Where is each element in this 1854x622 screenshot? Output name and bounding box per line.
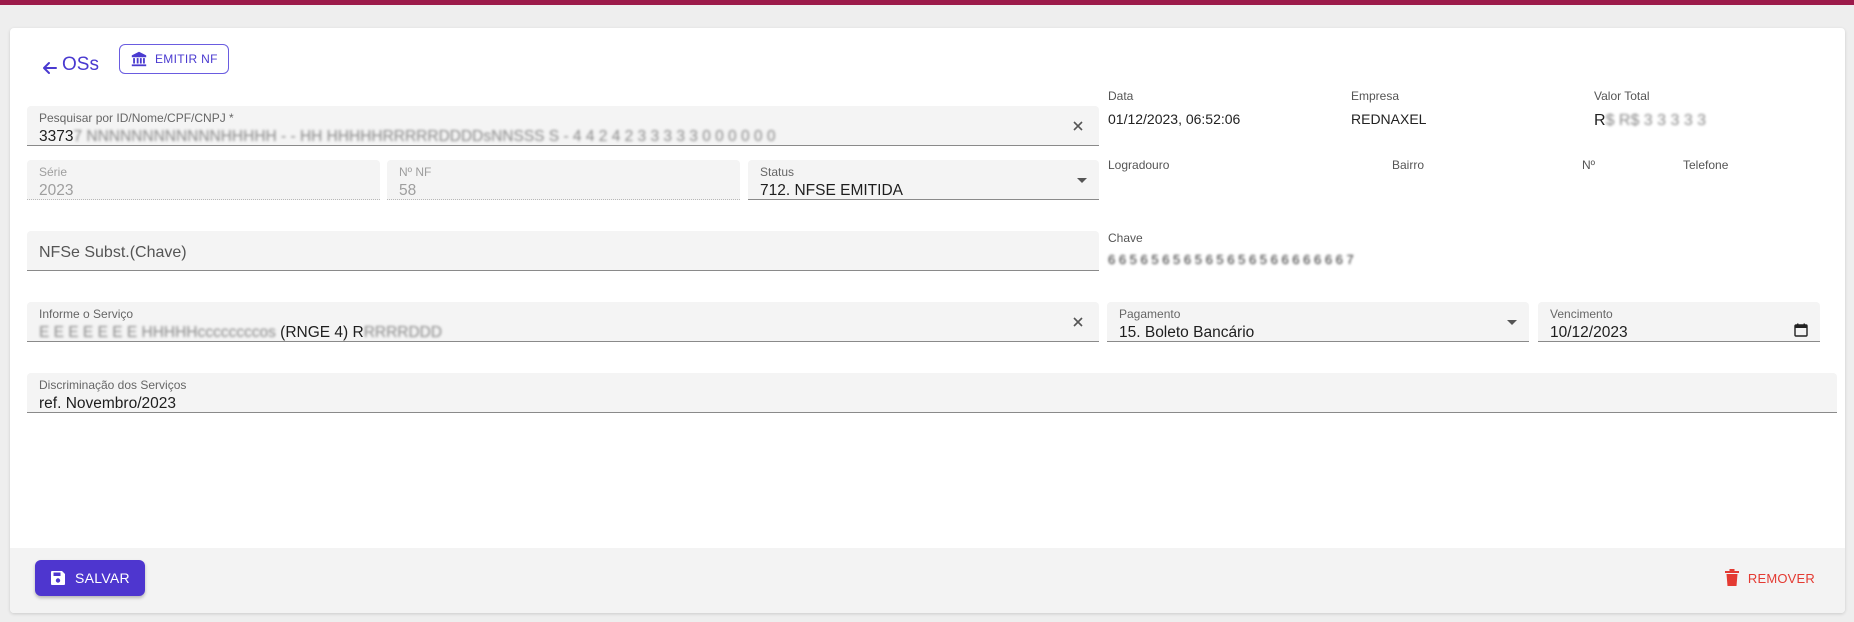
district-label: Bairro	[1392, 158, 1425, 172]
client-search-field[interactable]: Pesquisar por ID/Nome/CPF/CNPJ * 33737 N…	[27, 106, 1099, 146]
status-select[interactable]: Status 712. NFSE EMITIDA	[748, 160, 1099, 200]
trash-icon	[1724, 569, 1739, 586]
phone-label: Telefone	[1683, 158, 1729, 172]
company-label: Empresa	[1351, 89, 1400, 103]
due-date-label: Vencimento	[1550, 307, 1613, 321]
emit-nf-label: EMITIR NF	[155, 52, 218, 66]
bank-icon	[131, 51, 147, 67]
date-value: 01/12/2023, 06:52:06	[1108, 111, 1241, 127]
emit-nf-button[interactable]: EMITIR NF	[119, 44, 229, 74]
nfse-subst-placeholder: NFSe Subst.(Chave)	[39, 244, 187, 261]
nf-number-field: Nº NF 58	[387, 160, 740, 200]
serie-value: 2023	[39, 182, 74, 199]
clear-search-icon[interactable]	[1069, 117, 1087, 135]
service-field[interactable]: Informe o Serviço E E E E E E E HHHHHccc…	[27, 302, 1099, 342]
total-value-label: Valor Total	[1594, 89, 1650, 103]
status-value: 712. NFSE EMITIDA	[760, 182, 903, 199]
serie-label: Série	[39, 165, 68, 179]
key-value: 6 6 5 6 5 6 5 6 5 6 5 6 5 6 5 6 6 6 6 6 …	[1108, 252, 1354, 267]
status-dropdown-icon[interactable]	[1077, 178, 1087, 183]
floppy-disk-icon	[51, 571, 65, 585]
date-label: Data	[1108, 89, 1134, 103]
due-date-field[interactable]: Vencimento 10/12/2023	[1538, 302, 1820, 342]
number-label: Nº	[1582, 158, 1596, 172]
serie-field: Série 2023	[27, 160, 380, 200]
service-label: Informe o Serviço	[39, 307, 134, 321]
client-search-value: 33737 NNNNNNNNNNNNHHHHH - - HH HHHHHRRRR…	[39, 128, 776, 145]
payment-value: 15. Boleto Bancário	[1119, 324, 1255, 341]
payment-dropdown-icon[interactable]	[1507, 320, 1517, 325]
payment-label: Pagamento	[1119, 307, 1181, 321]
back-link-label: OSs	[62, 54, 99, 75]
nf-form-card: OSs EMITIR NF Pesquisar por ID/Nome/CPF/…	[10, 28, 1845, 613]
top-accent-bar	[0, 0, 1854, 5]
service-description-label: Discriminação dos Serviços	[39, 378, 187, 392]
form-footer: SALVAR REMOVER	[10, 548, 1845, 613]
save-button[interactable]: SALVAR	[35, 560, 145, 596]
status-label: Status	[760, 165, 795, 179]
calendar-icon[interactable]	[1794, 323, 1808, 337]
service-value: E E E E E E E HHHHHccccccccos (RNGE 4) R…	[39, 324, 443, 341]
company-value: REDNAXEL	[1351, 111, 1427, 127]
payment-select[interactable]: Pagamento 15. Boleto Bancário	[1107, 302, 1529, 342]
total-value: R$ R$ 3 3 3 3 3	[1594, 112, 1707, 129]
nfse-subst-field[interactable]: NFSe Subst.(Chave)	[27, 231, 1099, 271]
remove-label: REMOVER	[1747, 570, 1815, 586]
service-description-value: ref. Novembro/2023	[39, 395, 176, 412]
arrow-left-icon	[43, 62, 57, 74]
nf-number-label: Nº NF	[399, 165, 432, 179]
street-label: Logradouro	[1108, 158, 1170, 172]
key-label: Chave	[1108, 231, 1143, 245]
save-label: SALVAR	[75, 570, 130, 586]
remove-button[interactable]: REMOVER	[1724, 565, 1815, 591]
nf-number-value: 58	[399, 182, 417, 199]
due-date-value: 10/12/2023	[1550, 324, 1628, 341]
client-search-label: Pesquisar por ID/Nome/CPF/CNPJ *	[39, 111, 234, 125]
back-to-os-link[interactable]: OSs	[40, 50, 99, 80]
service-description-field[interactable]: Discriminação dos Serviços ref. Novembro…	[27, 373, 1837, 413]
clear-service-icon[interactable]	[1069, 313, 1087, 331]
